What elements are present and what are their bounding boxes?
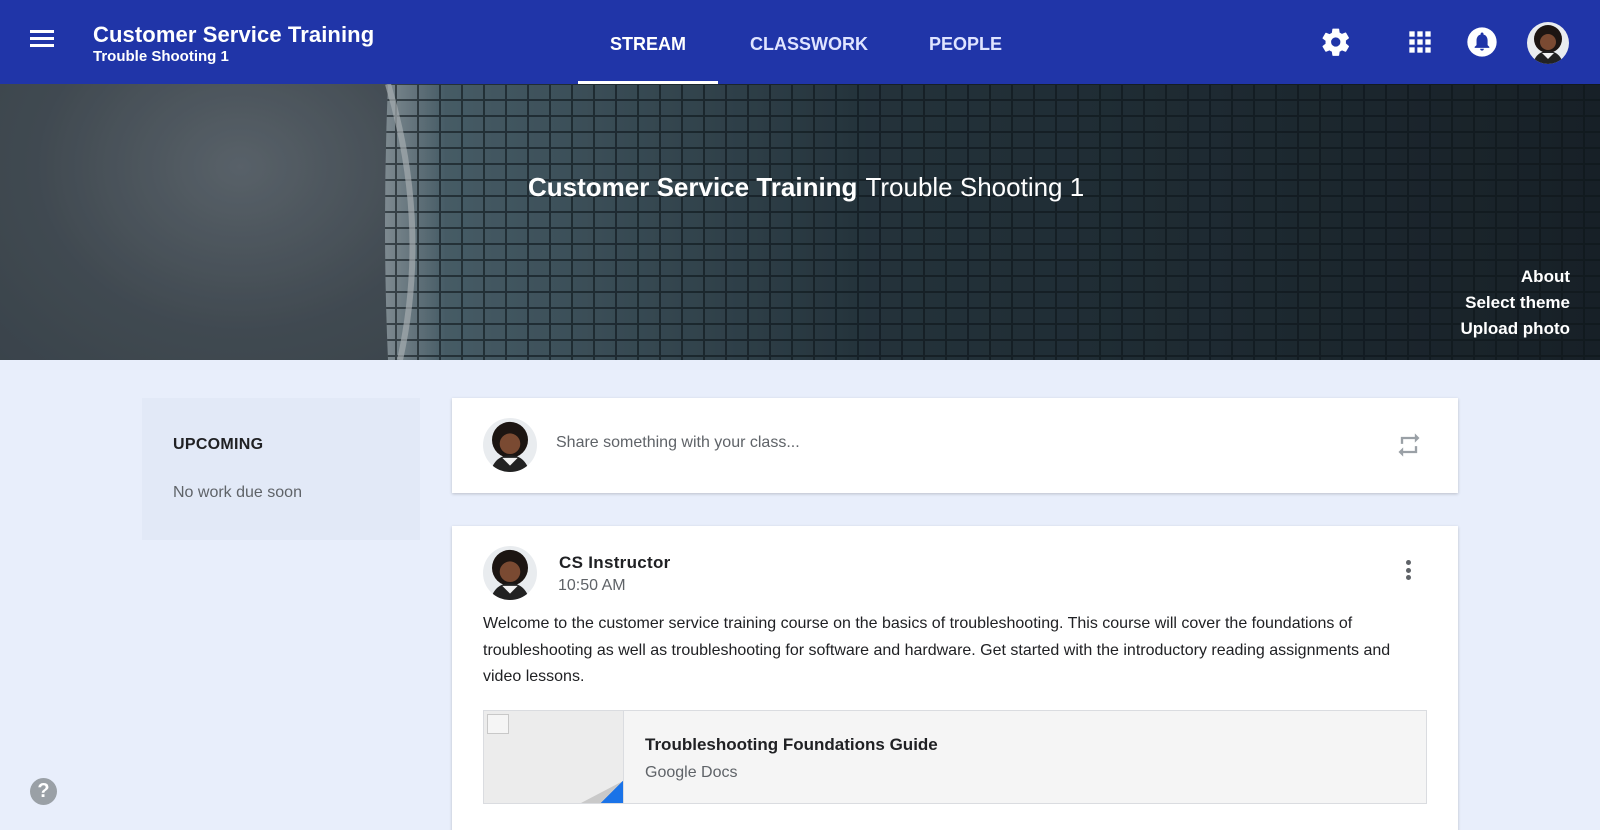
avatar bbox=[483, 418, 537, 472]
help-icon[interactable]: ? bbox=[30, 778, 57, 805]
course-section: Trouble Shooting 1 bbox=[93, 48, 229, 65]
attachment-title: Troubleshooting Foundations Guide bbox=[645, 735, 938, 754]
course-title[interactable]: Customer Service Training bbox=[93, 22, 374, 48]
top-app-bar: Customer Service Training Trouble Shooti… bbox=[0, 0, 1600, 84]
banner-links: About Select theme Upload photo bbox=[1460, 264, 1570, 342]
tab-classwork[interactable]: CLASSWORK bbox=[718, 0, 898, 84]
class-banner: Customer Service Training Trouble Shootin… bbox=[0, 84, 1600, 360]
gear-icon[interactable] bbox=[1320, 26, 1352, 58]
upcoming-heading: UPCOMING bbox=[173, 436, 264, 453]
menu-icon[interactable] bbox=[26, 26, 58, 58]
post-time[interactable]: 10:50 AM bbox=[558, 577, 626, 595]
post-author: CS Instructor bbox=[559, 553, 671, 572]
repost-icon[interactable] bbox=[1395, 431, 1423, 459]
select-theme-link[interactable]: Select theme bbox=[1460, 290, 1570, 316]
bell-icon[interactable] bbox=[1466, 26, 1498, 58]
no-work-text: No work due soon bbox=[173, 484, 302, 501]
broken-image-icon bbox=[487, 714, 509, 734]
tab-people[interactable]: PEOPLE bbox=[898, 0, 1033, 84]
attachment-source: Google Docs bbox=[645, 764, 738, 781]
account-avatar[interactable] bbox=[1527, 22, 1569, 64]
banner-course-name: Customer Service Training bbox=[528, 172, 858, 202]
building-image bbox=[0, 84, 1600, 360]
about-link[interactable]: About bbox=[1460, 264, 1570, 290]
avatar bbox=[483, 546, 537, 600]
banner-section: Trouble Shooting 1 bbox=[865, 172, 1085, 202]
upcoming-card: UPCOMING No work due soon bbox=[142, 398, 420, 540]
announcement-post: CS Instructor 10:50 AM Welcome to the cu… bbox=[452, 526, 1458, 830]
banner-title: Customer Service Training Trouble Shootin… bbox=[528, 172, 1084, 203]
tab-bar: STREAM CLASSWORK PEOPLE bbox=[578, 0, 1033, 84]
share-box[interactable] bbox=[452, 398, 1458, 493]
attachment-card[interactable]: Troubleshooting Foundations Guide Google… bbox=[483, 710, 1427, 804]
more-vert-icon[interactable] bbox=[1402, 558, 1414, 586]
upload-photo-link[interactable]: Upload photo bbox=[1460, 316, 1570, 342]
apps-grid-icon[interactable] bbox=[1404, 26, 1436, 58]
share-input[interactable] bbox=[556, 428, 1336, 458]
google-docs-corner-icon bbox=[601, 781, 623, 803]
post-body: Welcome to the customer service training… bbox=[483, 615, 1391, 685]
tab-stream[interactable]: STREAM bbox=[578, 0, 718, 84]
attachment-thumbnail bbox=[484, 711, 624, 803]
